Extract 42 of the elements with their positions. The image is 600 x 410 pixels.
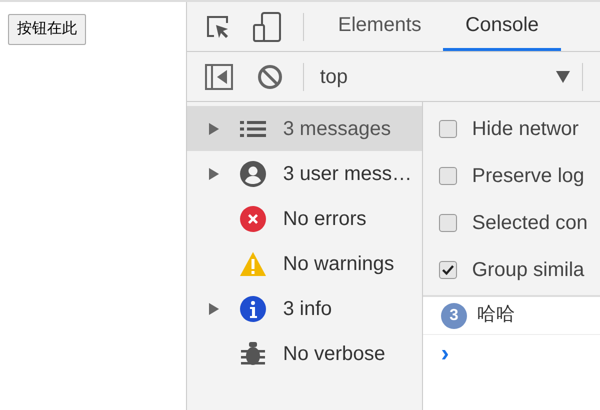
user-icon xyxy=(240,160,266,186)
expand-arrow-icon[interactable] xyxy=(209,302,219,314)
page-button[interactable]: 按钮在此 xyxy=(8,14,86,44)
error-icon xyxy=(240,206,266,232)
sidebar-item[interactable]: 3 info xyxy=(187,286,422,331)
sidebar-label: No warnings xyxy=(283,252,394,276)
device-icon[interactable] xyxy=(253,12,281,42)
check-icon xyxy=(442,264,454,274)
sidebar-label: 3 messages xyxy=(283,116,391,142)
sidebar-item[interactable]: No verbose xyxy=(187,331,422,376)
context-select[interactable]: top xyxy=(320,62,570,92)
sidebar-item[interactable]: No errors xyxy=(187,196,422,241)
sidebar-item[interactable]: 3 messages xyxy=(187,106,422,151)
setting-label: Preserve log xyxy=(472,164,584,188)
bug-icon xyxy=(241,340,265,366)
setting-label: Selected con xyxy=(472,210,588,236)
console-prompt[interactable]: › xyxy=(441,342,449,366)
setting-label: Group simila xyxy=(472,258,584,282)
console-message: 哈哈 xyxy=(477,303,515,328)
sidebar-toggle-icon[interactable] xyxy=(205,64,233,90)
checkbox[interactable] xyxy=(439,166,457,184)
sidebar-label: 3 user mess… xyxy=(283,162,412,186)
dropdown-caret-icon xyxy=(556,70,570,82)
inspect-icon[interactable] xyxy=(205,14,231,40)
sidebar-label: No errors xyxy=(283,206,366,232)
setting-label: Hide networ xyxy=(472,116,579,142)
checkbox[interactable] xyxy=(439,260,457,278)
sidebar-label: No verbose xyxy=(283,342,386,366)
sidebar-label: 3 info xyxy=(283,296,332,322)
repeat-count-badge: 3 xyxy=(441,302,467,328)
warning-icon xyxy=(239,250,267,276)
sidebar-item[interactable]: No warnings xyxy=(187,241,422,286)
devtools-tab[interactable]: Console xyxy=(443,2,561,51)
checkbox[interactable] xyxy=(439,214,457,232)
expand-arrow-icon[interactable] xyxy=(209,122,219,134)
checkbox[interactable] xyxy=(439,120,457,138)
info-icon xyxy=(240,296,266,322)
sidebar-item[interactable]: 3 user mess… xyxy=(187,151,422,196)
expand-arrow-icon[interactable] xyxy=(209,168,219,180)
list-icon xyxy=(240,120,266,138)
devtools-tab[interactable]: Elements xyxy=(316,2,444,51)
clear-icon[interactable] xyxy=(257,64,283,90)
